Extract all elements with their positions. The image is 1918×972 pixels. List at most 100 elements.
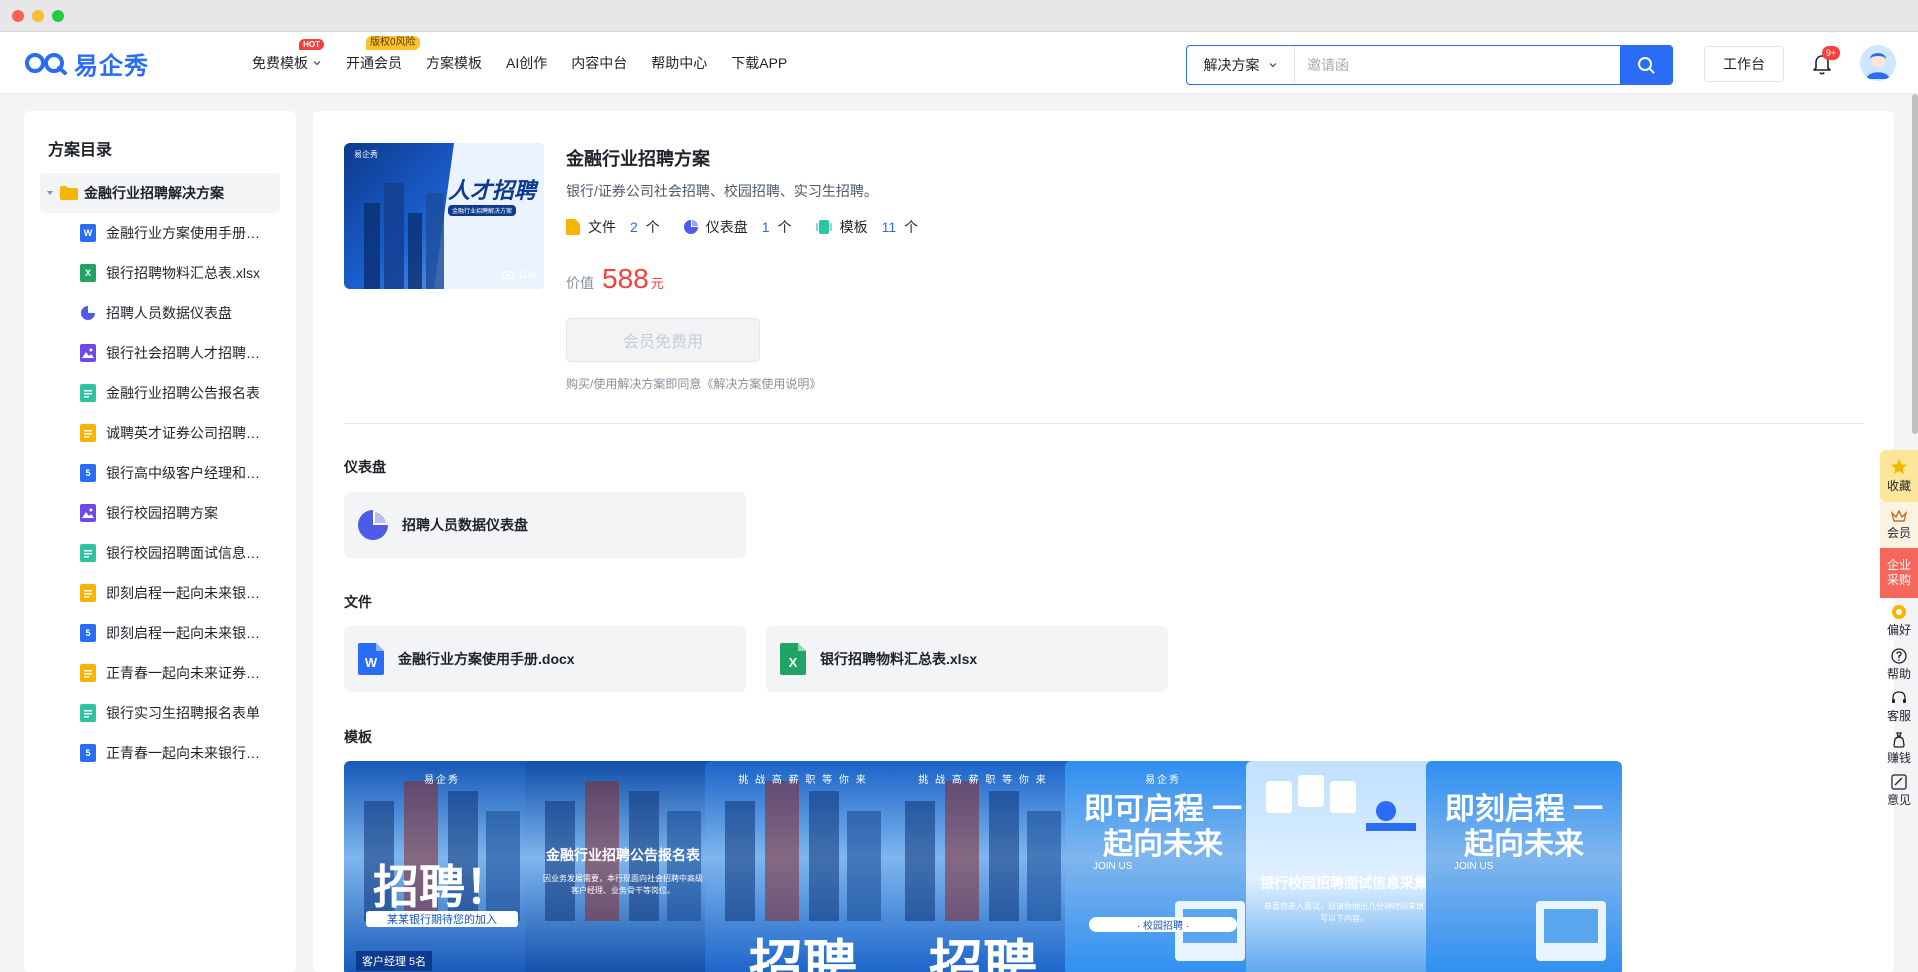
crown-icon	[1890, 509, 1908, 526]
chevron-down-icon	[313, 61, 321, 66]
sidebar-file-item[interactable]: 5 银行高中级客户经理和柜员招聘	[80, 453, 280, 493]
top-header: 易企秀 免费模板 HOT 开通会员 版权0风险 方案模板 AI创作 内容中台 帮…	[0, 32, 1918, 94]
caret-down-icon	[47, 191, 53, 195]
nav-free-templates[interactable]: 免费模板 HOT	[252, 39, 324, 73]
stat-templates: 模板 11 个	[815, 217, 918, 237]
stat-unit: 个	[777, 219, 792, 235]
rail-item-label: 收藏	[1886, 479, 1911, 493]
sidebar-file-item[interactable]: X 银行招聘物料汇总表.xlsx	[80, 253, 280, 293]
template-subtitle: · 校园招聘 ·	[1089, 917, 1237, 932]
tree-root-folder[interactable]: 金融行业招聘解决方案	[40, 173, 280, 213]
template-thumbnail[interactable]: 金融行业招聘公告报名表 因业务发展需要，本行现面向社会招聘中高级客户经理、业务骨干…	[525, 761, 721, 972]
nav-help-center[interactable]: 帮助中心	[651, 53, 707, 73]
nav-label: 帮助中心	[651, 55, 708, 71]
sidebar-file-label: 金融行业招聘公告报名表	[106, 385, 260, 401]
tree-root-label: 金融行业招聘解决方案	[84, 185, 224, 201]
nav-ai-create[interactable]: AI创作	[506, 53, 547, 73]
workbench-button[interactable]: 工作台	[1704, 46, 1784, 82]
sidebar-file-label: 银行校园招聘面试信息采集表	[106, 545, 262, 561]
template-title: 即刻启程 一起向未来	[1444, 793, 1604, 861]
page-scrollbar[interactable]	[1912, 94, 1918, 434]
nav-label: AI创作	[506, 55, 548, 71]
template-thumbnail[interactable]: 易企秀 即可启程 一起向未来 · 校园招聘 · JOIN US	[1065, 761, 1261, 972]
nav-content-hub[interactable]: 内容中台	[571, 53, 627, 73]
search-button[interactable]	[1620, 46, 1672, 84]
sidebar-file-item[interactable]: 招聘人员数据仪表盘	[80, 293, 280, 333]
cover-headline: 人才招聘	[448, 178, 537, 203]
stat-count: 2	[630, 219, 638, 235]
template-top-text: 挑 战 高 薪 职 等 你 来	[918, 775, 1048, 786]
minimize-window-button[interactable]	[32, 10, 44, 22]
user-avatar[interactable]	[1860, 45, 1896, 81]
long-page-icon	[80, 424, 96, 442]
rail-item-star[interactable]: 收藏	[1880, 450, 1918, 502]
template-subtitle: 恭喜您进入面试，现请你抽出几分钟时间来填写以下内容。	[1264, 902, 1424, 923]
nav-download-app[interactable]: 下载APP	[731, 53, 787, 73]
sidebar-file-item[interactable]: 金融行业招聘公告报名表	[80, 373, 280, 413]
file-card-docx[interactable]: W 金融行业方案使用手册.docx	[344, 626, 746, 692]
rail-item-feedback[interactable]: 意见	[1880, 770, 1918, 812]
dashboard-card[interactable]: 招聘人员数据仪表盘	[344, 492, 746, 558]
sidebar-file-item[interactable]: 正青春一起向未来证券公司招聘	[80, 653, 280, 693]
search-input[interactable]	[1295, 46, 1620, 84]
site-logo[interactable]: 易企秀	[24, 48, 149, 80]
template-extra: JOIN US	[1093, 861, 1133, 872]
sidebar-file-item[interactable]: 诚聘英才证券公司招聘长图	[80, 413, 280, 453]
sidebar-file-label: 银行招聘物料汇总表.xlsx	[106, 265, 260, 281]
rail-item-label: 偏好	[1886, 623, 1911, 637]
copyright-badge: 版权0风险	[366, 36, 420, 50]
sidebar-file-item[interactable]: W 金融行业方案使用手册.docx	[80, 213, 280, 253]
preference-icon	[1891, 604, 1907, 623]
price-unit: 元	[650, 276, 664, 291]
nav-solution-templates[interactable]: 方案模板	[426, 53, 482, 73]
solution-cover-image[interactable]: 易企秀 人才招聘 金融行业招聘解决方案 108	[344, 143, 544, 289]
sidebar-file-label: 即刻启程一起向未来银行招聘H5	[106, 625, 262, 641]
template-thumbnail[interactable]: 银行校园招聘面试信息采集 恭喜您进入面试，现请你抽出几分钟时间来填写以下内容。	[1246, 761, 1442, 972]
template-thumbnail[interactable]: 挑 战 高 薪 职 等 你 来招聘	[885, 761, 1081, 972]
sidebar-file-item[interactable]: 5 正青春一起向未来银行招聘H5	[80, 733, 280, 773]
dashboard-pie-icon	[80, 304, 96, 322]
sidebar-file-item[interactable]: 即刻启程一起向未来银行校园招聘	[80, 573, 280, 613]
rail-item-money-bag[interactable]: 赚钱	[1880, 728, 1918, 770]
stat-unit: 个	[645, 219, 660, 235]
sidebar-file-item[interactable]: 银行校园招聘面试信息采集表	[80, 533, 280, 573]
agreement-note[interactable]: 购买/使用解决方案即同意《解决方案使用说明》	[566, 375, 821, 392]
close-window-button[interactable]	[12, 10, 24, 22]
maximize-window-button[interactable]	[52, 10, 64, 22]
search-scope-select[interactable]: 解决方案	[1187, 46, 1295, 84]
sidebar-file-label: 银行高中级客户经理和柜员招聘	[106, 465, 262, 481]
template-title: 即可启程 一起向未来	[1083, 793, 1243, 861]
template-top-text: 易企秀	[424, 775, 460, 786]
sidebar-file-item[interactable]: 银行社会招聘人才招聘海报	[80, 333, 280, 373]
views-count: 108	[517, 269, 536, 281]
rail-item-crown[interactable]: 会员	[1880, 502, 1918, 548]
logo-mark-icon	[25, 53, 67, 75]
template-subtitle: 因业务发展需要，本行现面向社会招聘中高级客户经理、业务骨干等岗位。	[543, 874, 703, 895]
rail-item-help[interactable]: 帮助	[1880, 644, 1918, 686]
solution-directory-sidebar: 方案目录 金融行业招聘解决方案 W 金融行业方案使用手册.docx X 银行招聘物料汇…	[24, 111, 296, 972]
sidebar-file-item[interactable]: 银行校园招聘方案	[80, 493, 280, 533]
sidebar-file-label: 招聘人员数据仪表盘	[106, 305, 232, 321]
nav-open-vip[interactable]: 开通会员 版权0风险	[346, 36, 420, 73]
sidebar-file-item[interactable]: 银行实习生招聘报名表单	[80, 693, 280, 733]
file-card-xlsx[interactable]: X 银行招聘物料汇总表.xlsx	[766, 626, 1168, 692]
notification-badge: 9+	[1822, 46, 1840, 60]
cover-subline: 金融行业招聘解决方案	[448, 205, 517, 216]
template-title: 招聘	[929, 936, 1037, 972]
rail-item-headset[interactable]: 客服	[1880, 686, 1918, 728]
form-icon	[80, 544, 96, 562]
rail-item-preference[interactable]: 偏好	[1880, 598, 1918, 644]
sidebar-file-item[interactable]: 5 即刻启程一起向未来银行招聘H5	[80, 613, 280, 653]
dashboard-card-label: 招聘人员数据仪表盘	[402, 517, 528, 533]
star-icon	[1890, 458, 1908, 479]
template-thumbnail[interactable]: 即刻启程 一起向未来 JOIN US	[1426, 761, 1622, 972]
template-thumbnail[interactable]: 挑 战 高 薪 职 等 你 来招聘	[705, 761, 901, 972]
file-card-label: 金融行业方案使用手册.docx	[398, 651, 575, 667]
template-thumbnail[interactable]: 易企秀 招聘！ 某某银行期待您的加入 客户经理 5名	[344, 761, 540, 972]
vip-free-use-button[interactable]: 会员免费用	[566, 318, 760, 362]
eye-icon	[501, 271, 514, 279]
folder-icon	[60, 186, 78, 200]
price-value: 588	[602, 263, 649, 294]
rail-item-enterprise[interactable]: 企业 采购	[1880, 548, 1918, 598]
template-title: 招聘！	[373, 861, 511, 913]
